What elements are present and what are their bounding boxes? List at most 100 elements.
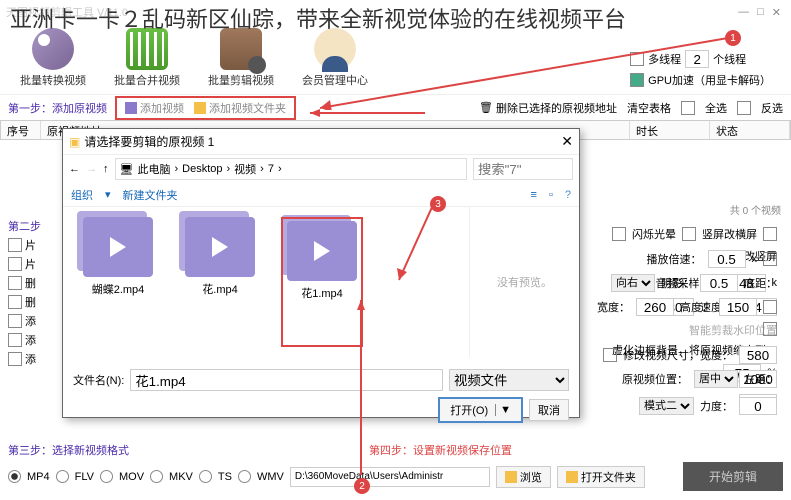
toolbar-merge[interactable]: 批量合并视频 (114, 28, 180, 88)
format-mkv-label: MKV (169, 471, 193, 483)
toolbar-member-label: 会员管理中心 (302, 72, 368, 88)
organize-button[interactable]: 组织 (71, 187, 93, 203)
shadow-input[interactable] (700, 274, 738, 292)
filetype-select[interactable]: 视频文件 (449, 369, 569, 391)
select-all-label: 全选 (705, 100, 727, 116)
film-strip-icon (126, 28, 168, 70)
resize-w-input[interactable] (739, 346, 777, 364)
crumb-desktop[interactable]: Desktop (182, 163, 222, 175)
filename-label: 文件名(N): (73, 372, 124, 388)
open-folder-button[interactable]: 打开文件夹 (557, 466, 645, 488)
cancel-button[interactable]: 取消 (529, 399, 569, 421)
trash-icon: 🗑 (479, 101, 493, 114)
threads-checkbox[interactable] (630, 52, 644, 66)
toolbar-convert-label: 批量转换视频 (20, 72, 86, 88)
gpu-checkbox[interactable] (630, 73, 644, 87)
position-select[interactable]: 居中 (694, 370, 738, 388)
nav-up-icon[interactable]: ↑ (103, 163, 109, 175)
mode-select[interactable]: 模式二 (639, 397, 694, 415)
format-mkv-radio[interactable] (150, 470, 163, 483)
check-item[interactable]: 删 (8, 275, 60, 291)
left-label: 左距： (744, 371, 777, 387)
nav-back-icon[interactable]: ← (69, 163, 80, 175)
vflip-checkbox[interactable] (682, 227, 696, 241)
audio-checkbox[interactable] (763, 252, 777, 266)
delete-selected-button[interactable]: 🗑删除已选择的原视频地址 (479, 100, 617, 116)
flash-label: 闪烁光晕 (632, 226, 676, 242)
resize-checkbox[interactable] (603, 348, 617, 362)
video-thumb-icon (83, 217, 153, 277)
gpu-label: GPU加速（用显卡解码） (648, 72, 771, 88)
toolbar-edit[interactable]: 批量剪辑视频 (208, 28, 274, 88)
file-item-selected[interactable]: 花1.mp4 (281, 217, 363, 347)
filename-input[interactable] (130, 369, 443, 391)
step2-checklist: 第二步 片 片 删 删 添 添 添 (8, 218, 60, 367)
step3-label: 第三步：选择新视频格式 (8, 442, 129, 458)
select-all-checkbox[interactable] (681, 101, 695, 115)
breadcrumb[interactable]: 🖥 此电脑› Desktop› 视频› 7› (115, 158, 468, 180)
direction-select[interactable]: 向右 (611, 274, 655, 292)
help-icon[interactable]: ? (565, 189, 571, 201)
file-open-dialog: ▣ 请选择要剪辑的原视频 1 ✕ ← → ↑ 🖥 此电脑› Desktop› 视… (62, 128, 580, 418)
overlay-article-title: 亚洲卡一卡２乱码新区仙踪，带来全新视觉体验的在线视频平台 (10, 2, 626, 34)
view-icon[interactable]: ≡ (531, 189, 537, 201)
add-folder-button[interactable]: 添加视频文件夹 (194, 100, 286, 116)
nav-fwd-icon[interactable]: → (86, 163, 97, 175)
bottom-label: 底距： (744, 275, 777, 291)
file-item[interactable]: 花.mp4 (179, 217, 261, 347)
annotation-3: 3 (430, 196, 446, 212)
flash-checkbox[interactable] (612, 227, 626, 241)
format-wmv-radio[interactable] (238, 470, 251, 483)
select-inverse-checkbox[interactable] (737, 101, 751, 115)
resize-label: 修改视频尺寸，宽度： (623, 347, 733, 363)
hflip-checkbox[interactable] (763, 227, 777, 241)
add-video-button[interactable]: 添加视频 (125, 100, 184, 116)
clear-table-button[interactable]: 清空表格 (627, 100, 671, 116)
check-item[interactable]: 添 (8, 313, 60, 329)
dropdown-arrow-icon[interactable]: ▼ (495, 404, 511, 416)
check-item[interactable]: 片 (8, 256, 60, 272)
check-item[interactable]: 添 (8, 351, 60, 367)
folder-icon (194, 102, 206, 114)
format-mp4-radio[interactable] (8, 470, 21, 483)
toolbar-member[interactable]: 会员管理中心 (302, 28, 368, 88)
browse-button[interactable]: 浏览 (496, 466, 551, 488)
annotation-2: 2 (354, 478, 370, 494)
file-item[interactable]: 蝴蝶2.mp4 (77, 217, 159, 347)
blur-checkbox[interactable] (763, 322, 777, 336)
height-input[interactable] (719, 298, 757, 316)
check-item[interactable]: 添 (8, 332, 60, 348)
start-button[interactable]: 开始剪辑 (683, 462, 783, 491)
format-ts-radio[interactable] (199, 470, 212, 483)
pc-icon: 🖥 (120, 163, 134, 176)
video-icon (125, 102, 137, 114)
save-path-input[interactable] (290, 467, 490, 487)
file-name: 蝴蝶2.mp4 (92, 281, 145, 297)
crumb-pc[interactable]: 此电脑 (137, 161, 170, 177)
crumb-video[interactable]: 视频 (234, 161, 256, 177)
toolbar-convert[interactable]: 批量转换视频 (20, 28, 86, 88)
width-input[interactable] (636, 298, 674, 316)
close-icon[interactable]: ✕ (772, 6, 781, 19)
check-item[interactable]: 片 (8, 237, 60, 253)
video-thumb-icon (185, 217, 255, 277)
col-no: 序号 (1, 121, 41, 139)
open-button[interactable]: 打开(O)▼ (438, 397, 523, 423)
format-mp4-label: MP4 (27, 471, 50, 483)
toolbar-edit-label: 批量剪辑视频 (208, 72, 274, 88)
force-input[interactable] (739, 397, 777, 415)
format-mov-radio[interactable] (100, 470, 113, 483)
preview-icon[interactable]: ▫ (549, 189, 553, 201)
dialog-close-icon[interactable]: ✕ (561, 133, 573, 150)
dialog-search-input[interactable] (473, 158, 573, 180)
threads-input[interactable] (685, 50, 709, 68)
watermark-checkbox[interactable] (763, 300, 777, 314)
new-folder-button[interactable]: 新建文件夹 (123, 187, 178, 203)
format-flv-radio[interactable] (56, 470, 69, 483)
check-item[interactable]: 删 (8, 294, 60, 310)
speed-input[interactable] (708, 250, 746, 268)
maximize-icon[interactable]: □ (757, 6, 764, 19)
crumb-7[interactable]: 7 (268, 163, 274, 175)
minimize-icon[interactable]: — (738, 6, 749, 19)
file-name: 花.mp4 (202, 281, 237, 297)
